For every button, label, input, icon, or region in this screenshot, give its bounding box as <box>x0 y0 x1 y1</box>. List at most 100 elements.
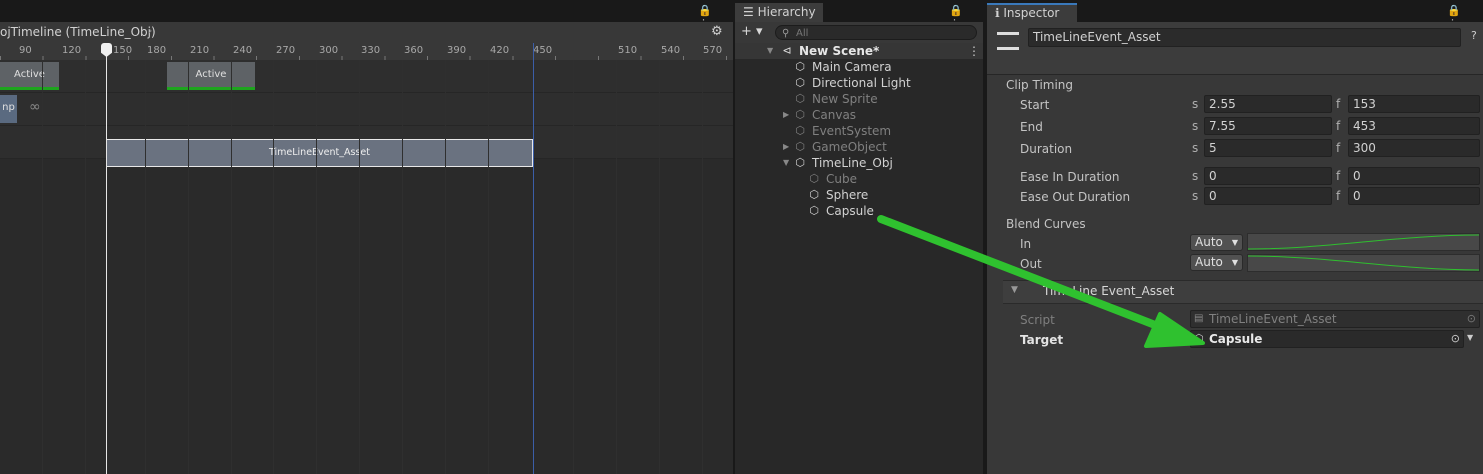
active-clip[interactable]: Active <box>0 62 59 90</box>
animation-track[interactable]: np ∞ <box>0 93 733 126</box>
add-object-button[interactable]: + ▾ <box>741 24 763 39</box>
breadcrumb-chevron-icon: › <box>148 24 153 37</box>
grid-line <box>402 60 403 474</box>
inspector-tab-label: Inspector <box>1003 6 1060 20</box>
dropdown-value: Auto <box>1195 235 1223 249</box>
ruler-tick: 180 <box>147 45 167 56</box>
gameobject-cube-icon: ⬡ <box>795 140 805 153</box>
ruler-tick: 510 <box>618 45 638 56</box>
gameobject-cube-icon: ⬡ <box>795 76 805 89</box>
blend-out-curve[interactable] <box>1247 254 1480 272</box>
field-label: Start <box>1020 98 1050 112</box>
start-seconds-field[interactable]: 2.55 <box>1204 95 1332 113</box>
gameobject-cube-icon: ⬡ <box>795 108 805 121</box>
end-frames-field[interactable]: 453 <box>1348 117 1480 135</box>
hierarchy-item[interactable]: ⬡ Directional Light <box>735 75 983 91</box>
hierarchy-item[interactable]: ▶ ⬡ Canvas <box>735 107 983 123</box>
grid-line <box>702 60 703 474</box>
hierarchy-item[interactable]: ⬡ EventSystem <box>735 123 983 139</box>
start-frames-field[interactable]: 153 <box>1348 95 1480 113</box>
grid-line <box>616 60 617 474</box>
hierarchy-item-label: Cube <box>826 172 857 186</box>
inspector-header: TimeLineEvent_Asset ? <box>987 22 1483 75</box>
seconds-unit-label: s <box>1192 119 1199 133</box>
gameobject-cube-icon: ⬡ <box>795 60 805 73</box>
ease-out-seconds-field[interactable]: 0 <box>1204 187 1332 205</box>
field-label: Duration <box>1020 142 1073 156</box>
unity-scene-icon: ⊲ <box>782 44 792 57</box>
duration-frames-field[interactable]: 300 <box>1348 139 1480 157</box>
grid-line <box>488 60 489 474</box>
hierarchy-item-label: EventSystem <box>812 124 892 138</box>
script-value: TimeLineEvent_Asset <box>1209 312 1337 326</box>
target-object-field[interactable]: ⬡ Capsule ⊙ <box>1190 330 1464 348</box>
ruler-tick: 300 <box>319 45 339 56</box>
foldout-arrow-icon[interactable]: ▼ <box>1011 285 1018 295</box>
grid-line <box>445 60 446 474</box>
partial-clip[interactable]: np <box>0 95 17 123</box>
gameobject-cube-icon: ⬡ <box>1194 332 1204 345</box>
blend-out-dropdown[interactable]: Auto ▼ <box>1190 254 1243 271</box>
hierarchy-toolbar: + ▾ ⚲ All <box>735 22 983 44</box>
hierarchy-search-input[interactable]: ⚲ All <box>775 25 977 40</box>
ease-in-frames-field[interactable]: 0 <box>1348 167 1480 185</box>
info-icon: ℹ <box>995 6 1000 20</box>
scene-menu-icon[interactable]: ⋮ <box>968 43 980 59</box>
ruler-tick: 330 <box>361 45 381 56</box>
event-track[interactable]: TimeLineEvent_Asset <box>0 126 733 167</box>
hierarchy-item-label: Capsule <box>826 204 874 218</box>
hierarchy-item[interactable]: ⬡ New Sprite <box>735 91 983 107</box>
end-seconds-field[interactable]: 7.55 <box>1204 117 1332 135</box>
active-clip[interactable]: Active <box>167 62 255 90</box>
expand-arrow-icon[interactable]: ▶ <box>783 139 789 155</box>
field-label: Ease In Duration <box>1020 170 1120 184</box>
ruler-tick: 90 <box>19 45 32 56</box>
field-label: End <box>1020 120 1043 134</box>
hierarchy-item[interactable]: ⬡ Main Camera <box>735 59 983 75</box>
ruler-tick: 120 <box>62 45 82 56</box>
frames-unit-label: f <box>1336 169 1341 183</box>
target-dropdown-chevron-icon[interactable]: ▼ <box>1467 333 1473 342</box>
object-picker-icon[interactable]: ⊙ <box>1451 331 1460 347</box>
chevron-down-icon: ▼ <box>1231 258 1238 267</box>
component-title: TimeLine Event_Asset <box>1043 284 1175 298</box>
hierarchy-item-label: Canvas <box>812 108 857 122</box>
gear-icon[interactable]: ⚙ <box>711 24 723 39</box>
timeline-title: ojTimeline (TimeLine_Obj) <box>0 25 156 39</box>
frames-unit-label: f <box>1336 119 1341 133</box>
loop-icon: ∞ <box>29 99 41 115</box>
timeline-header: ojTimeline (TimeLine_Obj) › ⚙ <box>0 22 733 44</box>
tab-hierarchy[interactable]: ☰ Hierarchy <box>735 3 823 22</box>
expand-arrow-icon[interactable]: ▼ <box>783 155 789 171</box>
frames-unit-label: f <box>1336 97 1341 111</box>
hierarchy-item[interactable]: ⬡ Capsule <box>735 203 983 219</box>
blend-in-dropdown[interactable]: Auto ▼ <box>1190 234 1243 251</box>
blend-in-curve[interactable] <box>1247 233 1480 251</box>
hierarchy-item[interactable]: ⬡ Sphere <box>735 187 983 203</box>
frames-unit-label: f <box>1336 141 1341 155</box>
script-field: ▤ TimeLineEvent_Asset ⊙ <box>1190 310 1480 328</box>
activation-track[interactable]: Active Active <box>0 60 733 93</box>
grid-line <box>231 60 232 474</box>
ruler-tick: 540 <box>661 45 681 56</box>
tab-inspector[interactable]: ℹ Inspector <box>987 3 1077 22</box>
hierarchy-item[interactable]: ▼ ⬡ TimeLine_Obj <box>735 155 983 171</box>
ease-out-frames-field[interactable]: 0 <box>1348 187 1480 205</box>
expand-arrow-icon[interactable]: ▼ <box>767 43 773 59</box>
grid-line <box>42 60 43 474</box>
hierarchy-item[interactable]: ▶ ⬡ GameObject <box>735 139 983 155</box>
event-clip[interactable]: TimeLineEvent_Asset <box>106 139 533 167</box>
timeline-panel: ojTimeline (TimeLine_Obj) › ⚙ 90 120 150… <box>0 22 733 474</box>
expand-arrow-icon[interactable]: ▶ <box>783 107 789 123</box>
ease-in-seconds-field[interactable]: 0 <box>1204 167 1332 185</box>
help-icon[interactable]: ? <box>1471 29 1477 42</box>
scene-row[interactable]: ▼ ⊲ New Scene* ⋮ <box>735 43 983 59</box>
duration-seconds-field[interactable]: 5 <box>1204 139 1332 157</box>
gameobject-cube-icon: ⬡ <box>795 124 805 137</box>
field-label: Out <box>1020 257 1042 271</box>
object-name-field[interactable]: TimeLineEvent_Asset <box>1028 28 1461 47</box>
hierarchy-item-label: TimeLine_Obj <box>812 156 893 170</box>
hierarchy-item[interactable]: ⬡ Cube <box>735 171 983 187</box>
component-header[interactable]: ▼ TimeLine Event_Asset <box>1003 280 1483 304</box>
grid-line <box>188 60 189 474</box>
